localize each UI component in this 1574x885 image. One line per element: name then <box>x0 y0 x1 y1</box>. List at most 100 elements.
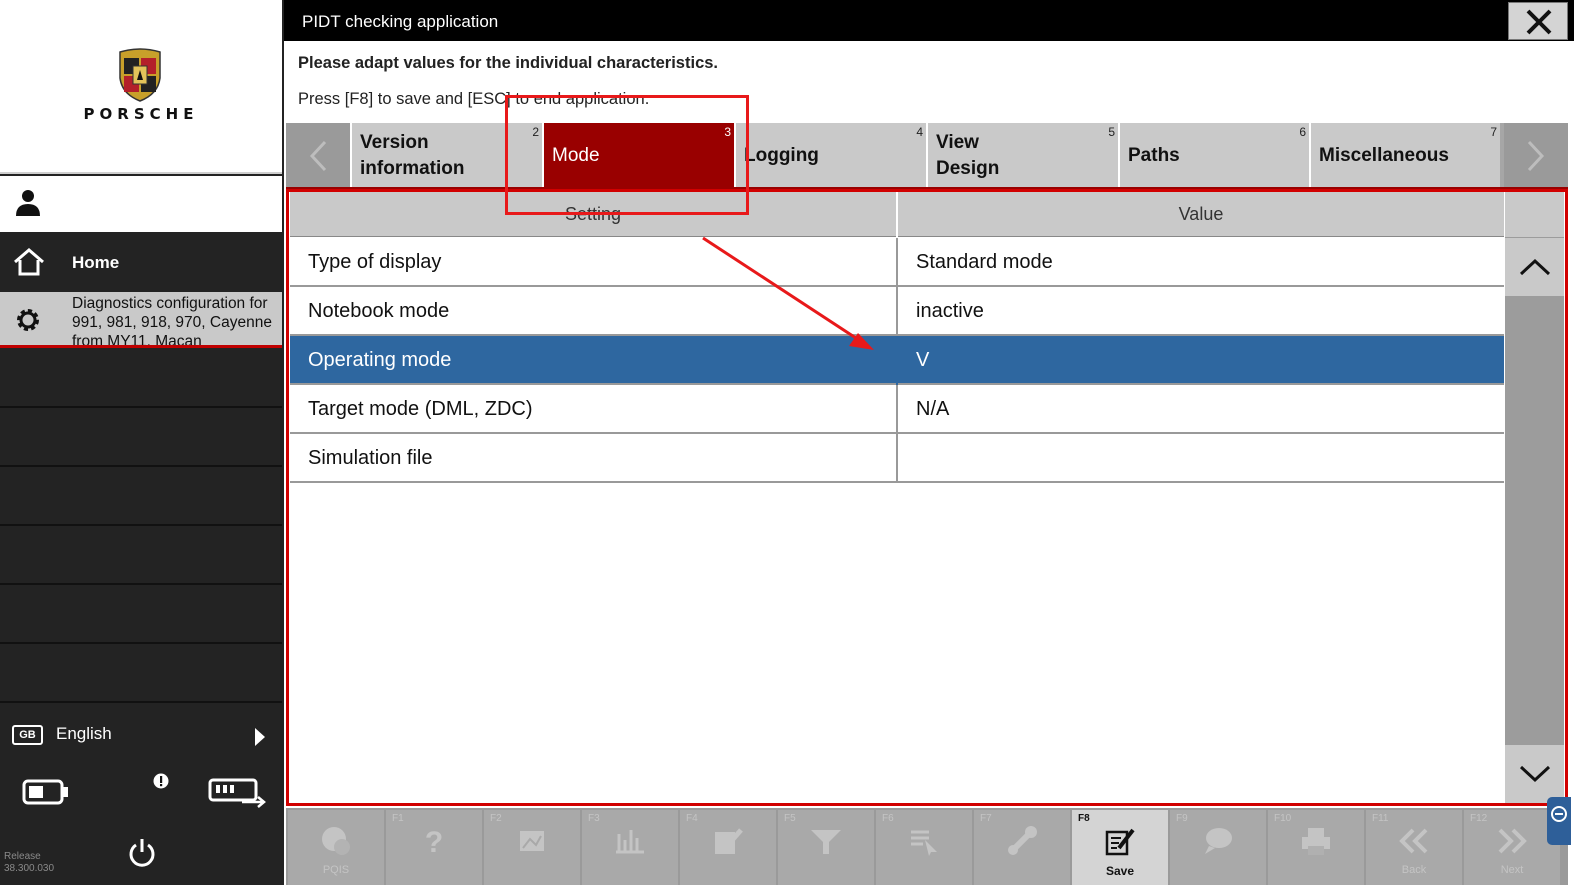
fkey-f4[interactable]: F4 <box>680 810 776 885</box>
vci-connection-status[interactable] <box>190 762 282 822</box>
fkey-pqis[interactable]: PQIS <box>288 810 384 885</box>
tab-label: Design <box>936 158 1000 179</box>
fkey-number: F1 <box>392 813 404 824</box>
sidebar-empty-slot <box>0 410 282 467</box>
fkey-f10[interactable]: F10 <box>1268 810 1364 885</box>
scroll-up-button[interactable] <box>1505 238 1564 296</box>
column-divider <box>896 336 898 385</box>
language-label: English <box>56 724 112 743</box>
fkey-f8-save[interactable]: F8 Save <box>1072 810 1168 885</box>
search-bubble-icon <box>1205 828 1232 854</box>
fkey-caption: Back <box>1401 864 1427 876</box>
fkey-f5[interactable]: F5 <box>778 810 874 885</box>
svg-text:?: ? <box>425 826 443 858</box>
release-info: Release 38.300.030 <box>4 851 54 875</box>
tab-number: 6 <box>1299 125 1306 139</box>
sidebar-empty-slot <box>0 351 282 408</box>
fkey-number: F5 <box>784 813 796 824</box>
chevron-down-icon <box>1519 765 1551 783</box>
fkey-f6[interactable]: F6 <box>876 810 972 885</box>
tab-miscellaneous[interactable]: 7 Miscellaneous <box>1309 123 1500 187</box>
logo-area: PORSCHE <box>0 0 282 174</box>
tab-scroll-left-button[interactable] <box>286 123 350 189</box>
chevron-left-icon <box>309 140 327 172</box>
porsche-crest-logo <box>119 48 161 102</box>
scrollbar-header-cap <box>1505 192 1564 237</box>
table-row[interactable]: Simulation file <box>290 434 1504 483</box>
fkey-caption: Next <box>1500 864 1524 876</box>
fkey-f3[interactable]: F3 <box>582 810 678 885</box>
tools-icon <box>1008 826 1037 855</box>
column-header-value[interactable]: Value <box>898 192 1504 237</box>
tab-scroll-right-button[interactable] <box>1504 123 1568 189</box>
sidebar: PORSCHE Home Diagnostics configuration f… <box>0 0 284 885</box>
chevron-right-icon <box>1527 140 1545 172</box>
setting-cell: Type of display <box>308 251 442 273</box>
scroll-down-button[interactable] <box>1505 745 1564 803</box>
battery-status[interactable] <box>0 762 93 822</box>
tab-logging[interactable]: 4 Logging <box>734 123 926 187</box>
print-icon <box>1302 828 1330 855</box>
sidebar-item-diagnostics-configuration[interactable]: Diagnostics configuration for 991, 981, … <box>0 292 282 348</box>
column-divider <box>896 238 898 287</box>
table-row[interactable]: Notebook mode inactive <box>290 287 1504 336</box>
power-icon[interactable] <box>127 837 157 869</box>
fkey-f9[interactable]: F9 <box>1170 810 1266 885</box>
user-profile-button[interactable] <box>0 176 282 232</box>
annotation-highlight-box <box>505 95 749 215</box>
value-cell[interactable]: inactive <box>916 300 984 323</box>
setting-cell: Target mode (DML, ZDC) <box>308 398 533 420</box>
tab-view-design[interactable]: 5 View Design <box>926 123 1118 187</box>
fkey-number: F12 <box>1470 813 1488 824</box>
fkey-number: F3 <box>588 813 600 824</box>
language-selector[interactable]: GB English <box>0 704 282 762</box>
column-divider <box>896 287 898 336</box>
fkey-f2[interactable]: F2 <box>484 810 580 885</box>
gb-flag-badge: GB <box>12 725 43 745</box>
warning-status[interactable] <box>95 762 188 822</box>
value-cell[interactable]: N/A <box>916 398 949 421</box>
window-titlebar: PIDT checking application <box>284 0 1574 41</box>
filter-icon <box>811 830 841 854</box>
pqis-icon <box>322 827 350 855</box>
tab-label: Logging <box>744 145 819 166</box>
save-edit-icon <box>1105 828 1135 856</box>
fkey-f1-help[interactable]: F1 ? <box>386 810 482 885</box>
fkey-number: F9 <box>1176 813 1188 824</box>
value-cell[interactable]: Standard mode <box>916 251 1053 274</box>
tab-paths[interactable]: 6 Paths <box>1118 123 1309 187</box>
sidebar-empty-slot <box>0 646 282 703</box>
sidebar-item-diagnostics-label: Diagnostics configuration for 991, 981, … <box>72 295 272 348</box>
table-row[interactable]: Target mode (DML, ZDC) N/A <box>290 385 1504 434</box>
fkey-caption: Save <box>1105 864 1135 878</box>
tab-label: Paths <box>1128 145 1180 166</box>
chevron-right-icon <box>255 728 265 746</box>
alert-icon <box>153 773 169 789</box>
home-icon <box>14 248 44 276</box>
value-cell[interactable]: V <box>916 349 929 372</box>
help-icon: ? <box>425 826 443 858</box>
table-row-selected[interactable]: Operating mode V <box>290 336 1504 385</box>
close-button[interactable] <box>1508 2 1568 40</box>
image-icon <box>520 831 544 851</box>
setting-cell: Operating mode <box>308 349 452 371</box>
tab-number: 7 <box>1490 125 1497 139</box>
window-title: PIDT checking application <box>302 12 499 31</box>
chevron-up-icon <box>1519 258 1551 276</box>
column-divider <box>896 385 898 434</box>
fkey-f12-next[interactable]: F12 Next <box>1464 810 1560 885</box>
usb-device-icon <box>208 778 266 808</box>
instruction-heading: Please adapt values for the individual c… <box>298 54 719 72</box>
setting-cell: Simulation file <box>308 447 433 469</box>
link-icon <box>1551 806 1567 822</box>
fkey-number: F4 <box>686 813 698 824</box>
fkey-f7[interactable]: F7 <box>974 810 1070 885</box>
tab-label: information <box>360 158 465 179</box>
fkey-f11-back[interactable]: F11 Back <box>1366 810 1462 885</box>
tab-number: 5 <box>1108 125 1115 139</box>
next-icon <box>1498 828 1527 854</box>
sidebar-item-home[interactable]: Home <box>0 234 282 290</box>
side-panel-handle[interactable] <box>1547 797 1571 845</box>
table-row[interactable]: Type of display Standard mode <box>290 238 1504 287</box>
sidebar-item-home-label: Home <box>72 253 120 272</box>
